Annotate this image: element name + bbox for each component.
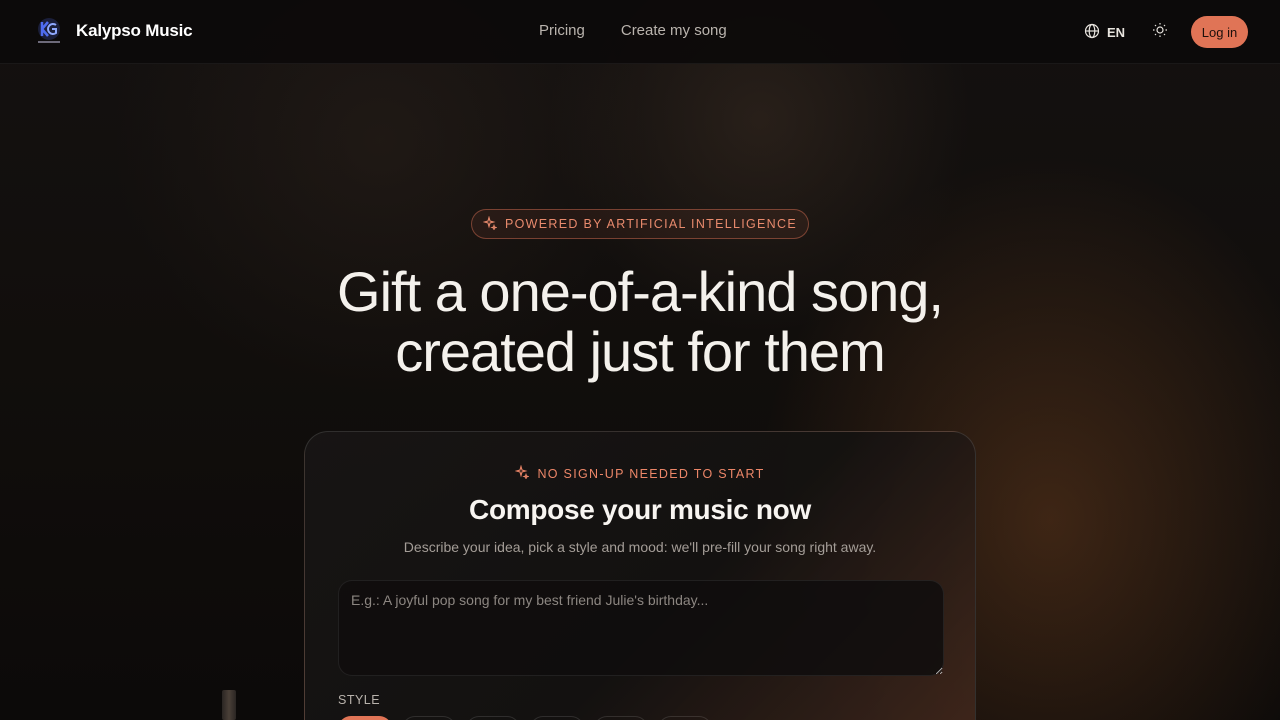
style-chip[interactable] xyxy=(594,716,648,720)
style-chip[interactable] xyxy=(466,716,520,720)
style-chip[interactable] xyxy=(658,716,712,720)
ai-badge: POWERED BY ARTIFICIAL INTELLIGENCE xyxy=(471,209,809,239)
login-button[interactable]: Log in xyxy=(1191,16,1248,48)
style-chip[interactable] xyxy=(530,716,584,720)
sparkle-icon xyxy=(514,464,531,482)
hero-title-line-2: created just for them xyxy=(395,320,885,383)
header-actions: EN Log in xyxy=(1084,16,1248,48)
sparkle-icon xyxy=(482,214,498,233)
hero-title-line-1: Gift a one-of-a-kind song, xyxy=(337,260,944,323)
nav-pricing-link[interactable]: Pricing xyxy=(539,22,585,39)
brand-link[interactable]: Kalypso Music xyxy=(34,16,193,46)
no-signup-label: NO SIGN-UP NEEDED TO START xyxy=(537,466,765,481)
composer-title: Compose your music now xyxy=(469,494,811,525)
composer-card: NO SIGN-UP NEEDED TO START Compose your … xyxy=(304,431,976,720)
hero-title: Gift a one-of-a-kind song, created just … xyxy=(0,262,1280,382)
style-chip[interactable] xyxy=(402,716,456,720)
no-signup-hint: NO SIGN-UP NEEDED TO START xyxy=(305,464,975,482)
language-selector[interactable]: EN xyxy=(1084,23,1125,42)
nav-create-song-link[interactable]: Create my song xyxy=(621,22,727,39)
song-idea-input[interactable] xyxy=(338,580,944,676)
ai-badge-label: POWERED BY ARTIFICIAL INTELLIGENCE xyxy=(505,217,797,231)
language-code: EN xyxy=(1106,24,1125,40)
kalypso-logo-icon xyxy=(34,16,64,46)
theme-toggle[interactable] xyxy=(1151,22,1169,43)
background-lamp xyxy=(222,690,236,720)
globe-icon xyxy=(1084,23,1100,42)
brand-name: Kalypso Music xyxy=(76,21,193,40)
style-label: STYLE xyxy=(338,693,381,707)
style-chip-row xyxy=(338,716,712,720)
sun-icon xyxy=(1152,22,1168,43)
top-navbar: Kalypso Music Pricing Create my song EN xyxy=(0,0,1280,64)
main-nav: Pricing Create my song xyxy=(539,22,727,39)
composer-subtitle: Describe your idea, pick a style and moo… xyxy=(403,539,877,555)
style-chip[interactable] xyxy=(338,716,392,720)
